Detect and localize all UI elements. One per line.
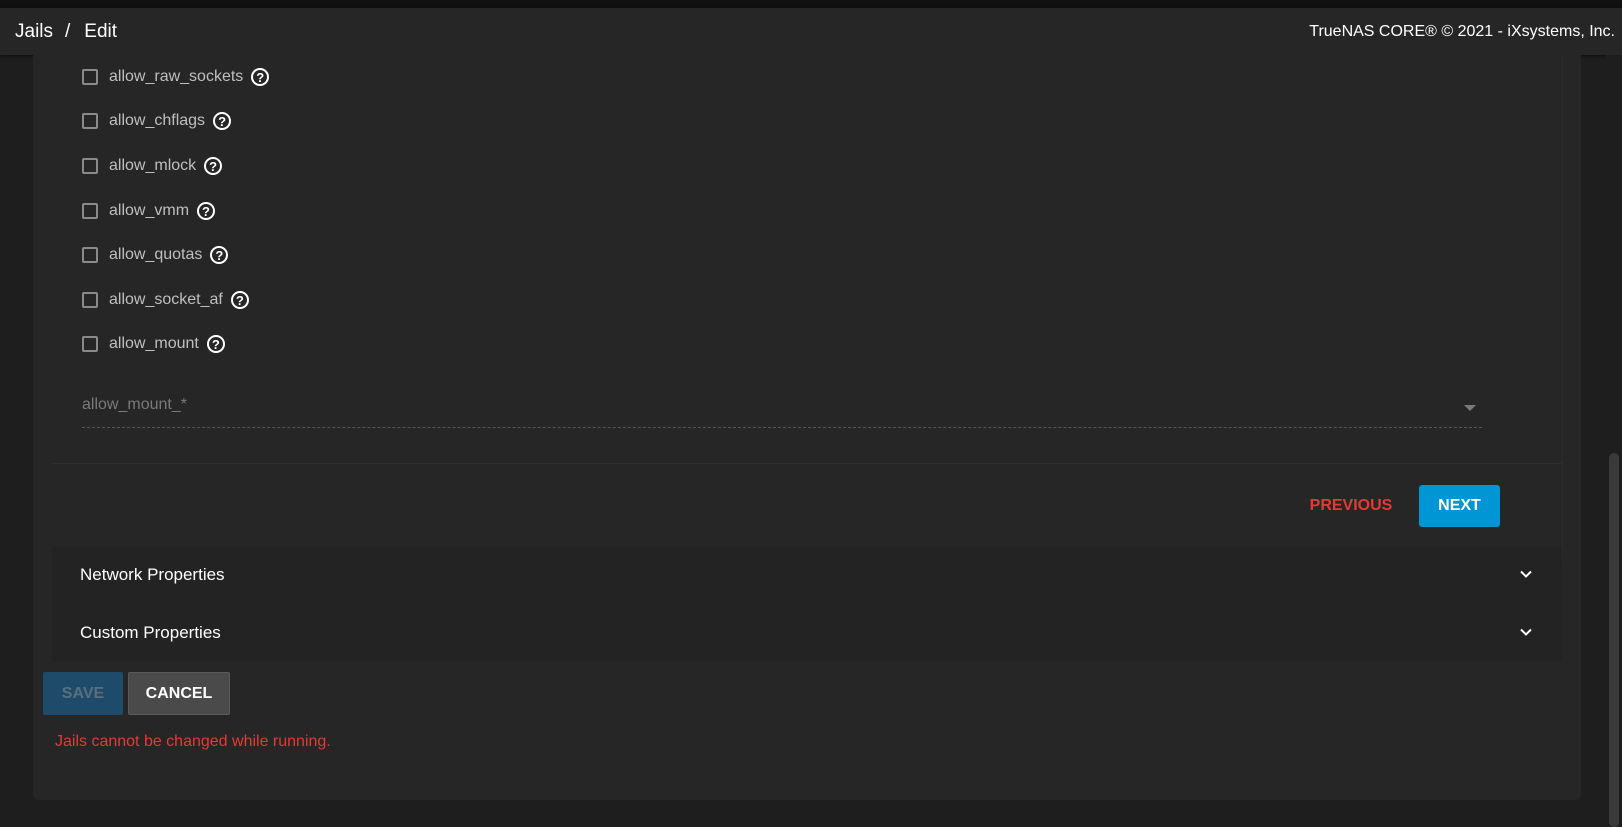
- help-icon[interactable]: ?: [204, 157, 223, 175]
- section-divider: [52, 463, 1562, 464]
- allow-mlock-checkbox[interactable]: [82, 158, 98, 174]
- option-allow-raw-sockets: allow_raw_sockets ?: [82, 65, 270, 89]
- select-placeholder: allow_mount_*: [82, 396, 187, 413]
- next-button[interactable]: NEXT: [1419, 485, 1500, 527]
- help-icon[interactable]: ?: [210, 246, 229, 264]
- allow-mount-wildcard-select[interactable]: allow_mount_*: [82, 387, 1482, 428]
- copyright-text: TrueNAS CORE® © 2021 - iXsystems, Inc.: [1309, 22, 1615, 40]
- panel-title: Custom Properties: [80, 623, 221, 642]
- checkbox-label: allow_mount: [109, 335, 199, 352]
- checkbox-label: allow_mlock: [109, 157, 197, 174]
- option-allow-mlock: allow_mlock ?: [82, 154, 223, 178]
- help-icon[interactable]: ?: [197, 202, 216, 220]
- checkbox-label: allow_vmm: [109, 202, 190, 219]
- save-button[interactable]: SAVE: [43, 672, 123, 715]
- allow-vmm-checkbox[interactable]: [82, 203, 98, 219]
- breadcrumb-edit: Edit: [84, 20, 118, 42]
- option-allow-chflags: allow_chflags ?: [82, 109, 232, 133]
- panel-custom-properties[interactable]: Custom Properties: [52, 604, 1562, 662]
- dropdown-arrow-icon: [1464, 405, 1476, 411]
- option-allow-mount: allow_mount ?: [82, 332, 225, 356]
- option-allow-quotas: allow_quotas ?: [82, 243, 229, 267]
- help-icon[interactable]: ?: [206, 335, 225, 353]
- jail-edit-card: allow_raw_sockets ? allow_chflags ? allo…: [33, 55, 1581, 800]
- panel-title: Network Properties: [80, 565, 225, 584]
- checkbox-label: allow_quotas: [109, 246, 203, 263]
- jail-properties-step: allow_raw_sockets ? allow_chflags ? allo…: [52, 55, 1563, 563]
- allow-mount-checkbox[interactable]: [82, 336, 98, 352]
- allow-quotas-checkbox[interactable]: [82, 247, 98, 263]
- top-header: Jails / Edit TrueNAS CORE® © 2021 - iXsy…: [0, 8, 1622, 55]
- allow-chflags-checkbox[interactable]: [82, 113, 98, 129]
- checkbox-label: allow_chflags: [109, 112, 206, 129]
- breadcrumb: Jails / Edit: [15, 8, 117, 55]
- cancel-button[interactable]: CANCEL: [128, 672, 230, 715]
- chevron-down-icon: [1520, 628, 1532, 636]
- previous-button[interactable]: PREVIOUS: [1296, 485, 1406, 527]
- help-icon[interactable]: ?: [251, 68, 270, 86]
- panel-network-properties[interactable]: Network Properties: [52, 546, 1562, 604]
- scrollbar-thumb[interactable]: [1609, 453, 1619, 827]
- option-allow-socket-af: allow_socket_af ?: [82, 288, 249, 312]
- allow-raw-sockets-checkbox[interactable]: [82, 69, 98, 85]
- help-icon[interactable]: ?: [230, 291, 249, 309]
- checkbox-label: allow_socket_af: [109, 291, 223, 308]
- help-icon[interactable]: ?: [213, 112, 232, 130]
- allow-socket-af-checkbox[interactable]: [82, 292, 98, 308]
- checkbox-label: allow_raw_sockets: [109, 68, 244, 85]
- breadcrumb-separator: /: [65, 20, 71, 42]
- window-top-strip: [0, 0, 1622, 8]
- breadcrumb-jails[interactable]: Jails: [15, 21, 53, 43]
- option-allow-vmm: allow_vmm ?: [82, 199, 216, 223]
- error-message: Jails cannot be changed while running.: [55, 733, 331, 750]
- chevron-down-icon: [1520, 570, 1532, 578]
